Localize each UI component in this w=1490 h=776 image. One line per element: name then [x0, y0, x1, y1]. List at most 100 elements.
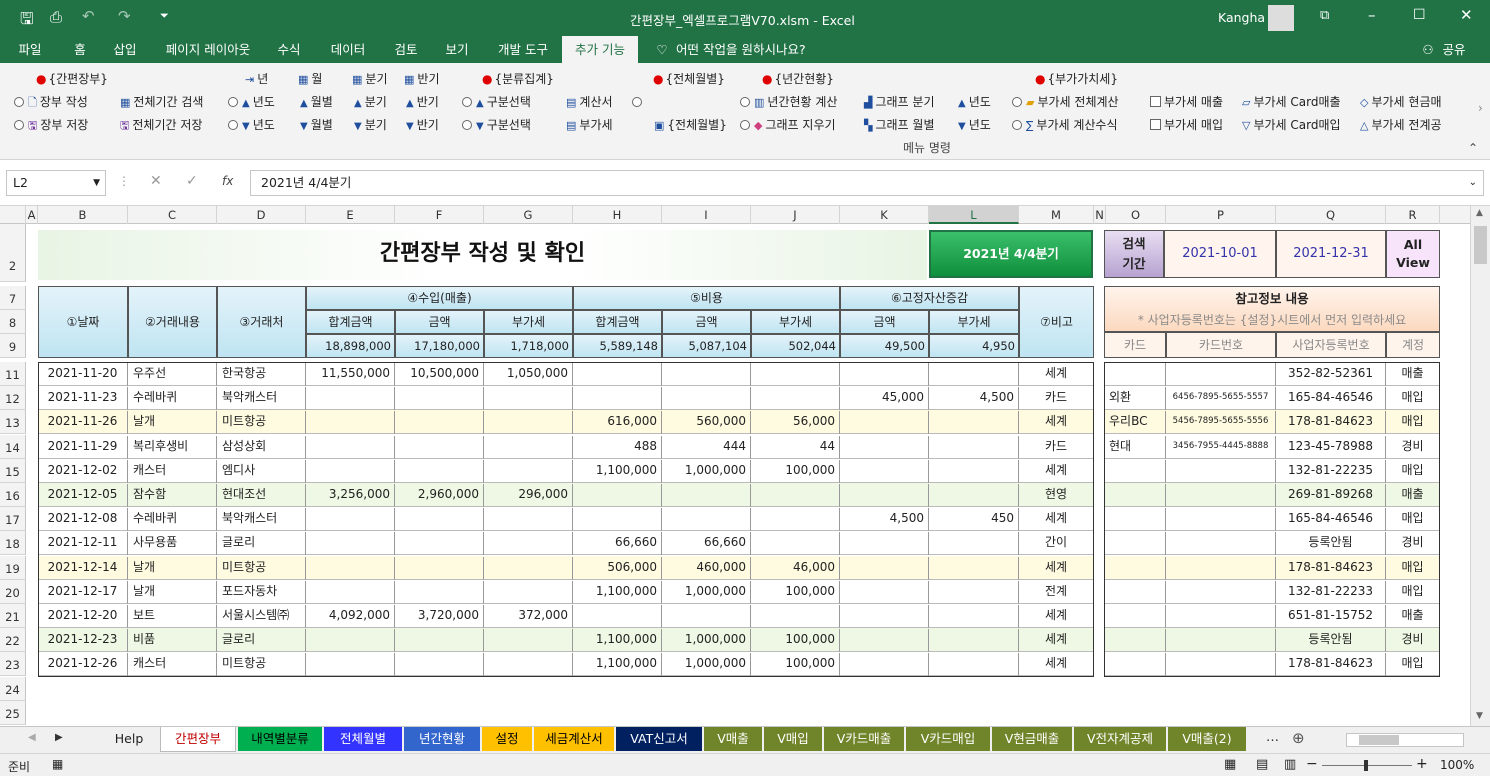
table-cell[interactable]	[306, 653, 395, 676]
vat-cash-button[interactable]: ◇ 부가세 현금매	[1360, 93, 1442, 111]
period-button[interactable]: 2021년 4/4분기	[929, 230, 1093, 278]
table-cell[interactable]: 비품	[128, 629, 217, 652]
invoice-button[interactable]: ▤ 계산서	[566, 93, 613, 111]
row-header-8[interactable]: 8	[0, 310, 26, 334]
table-cell[interactable]	[929, 484, 1019, 507]
table-cell[interactable]: 2021-12-23	[38, 629, 128, 652]
ref-cell[interactable]: 현대	[1104, 436, 1166, 459]
table-cell[interactable]: 2021-12-26	[38, 653, 128, 676]
ref-cell[interactable]: 매입	[1386, 653, 1440, 676]
table-cell[interactable]	[395, 557, 484, 580]
ref-cell[interactable]: 269-81-89268	[1276, 484, 1386, 507]
redo-icon[interactable]: ↷	[118, 7, 131, 25]
table-cell[interactable]	[751, 508, 840, 531]
sheet-tab[interactable]: 년간현황	[404, 727, 480, 751]
ref-cell[interactable]: 5456-7895-5655-5556	[1166, 411, 1276, 434]
graph-quarter-button[interactable]: ▟ 그래프 분기	[864, 93, 934, 111]
table-cell[interactable]	[751, 484, 840, 507]
ref-cell[interactable]: 132-81-22233	[1276, 581, 1386, 604]
page-layout-icon[interactable]: ▤	[1256, 757, 1268, 772]
table-cell[interactable]	[929, 557, 1019, 580]
table-cell[interactable]	[662, 363, 751, 386]
normal-view-icon[interactable]: ▦	[1224, 757, 1236, 772]
table-cell[interactable]: 2021-12-02	[38, 460, 128, 483]
table-cell[interactable]: 11,550,000	[306, 363, 395, 386]
table-cell[interactable]: 2021-12-17	[38, 581, 128, 604]
ref-cell[interactable]: 경비	[1386, 436, 1440, 459]
ref-cell[interactable]	[1104, 508, 1166, 531]
table-cell[interactable]: 간이	[1019, 532, 1094, 555]
table-cell[interactable]	[484, 581, 573, 604]
row-header-7[interactable]: 7	[0, 286, 26, 310]
vat-purchase-button[interactable]: 부가세 매입	[1150, 116, 1223, 134]
tab-review[interactable]: 검토	[384, 36, 428, 63]
table-cell[interactable]	[306, 436, 395, 459]
table-cell[interactable]	[306, 581, 395, 604]
table-cell[interactable]	[395, 411, 484, 434]
table-cell[interactable]	[395, 629, 484, 652]
table-cell[interactable]	[840, 532, 929, 555]
col-header-A[interactable]: A	[26, 206, 38, 224]
ref-cell[interactable]	[1166, 532, 1276, 555]
table-cell[interactable]	[306, 508, 395, 531]
sheet-tab[interactable]: V현금매출	[992, 727, 1072, 751]
col-header-J[interactable]: J	[751, 206, 840, 224]
ref-cell[interactable]	[1166, 581, 1276, 604]
table-cell[interactable]: 1,000,000	[662, 629, 751, 652]
nav-quarter-up[interactable]: ▲ 분기	[354, 93, 387, 111]
table-cell[interactable]	[573, 484, 662, 507]
expand-icon[interactable]: ⌄	[1469, 171, 1477, 195]
ref-cell[interactable]: 132-81-22235	[1276, 460, 1386, 483]
ref-cell[interactable]: 매입	[1386, 411, 1440, 434]
ref-cell[interactable]	[1166, 460, 1276, 483]
ref-cell[interactable]	[1166, 363, 1276, 386]
sheet-tab[interactable]: V카드매입	[906, 727, 990, 751]
ref-cell[interactable]: 경비	[1386, 629, 1440, 652]
ref-cell[interactable]: 매출	[1386, 605, 1440, 628]
ref-cell[interactable]	[1166, 484, 1276, 507]
table-cell[interactable]: 세계	[1019, 557, 1094, 580]
ref-cell[interactable]: 178-81-84623	[1276, 557, 1386, 580]
table-cell[interactable]: 616,000	[573, 411, 662, 434]
table-cell[interactable]	[929, 629, 1019, 652]
book-write-button[interactable]: 🗋 장부 작성	[14, 93, 88, 111]
table-cell[interactable]: 전계	[1019, 581, 1094, 604]
nav-category-up[interactable]: ▲ 구분선택	[462, 93, 531, 111]
col-header-R[interactable]: R	[1386, 206, 1440, 224]
nav-quarter-down[interactable]: ▼ 분기	[354, 116, 387, 134]
tab-file[interactable]: 파일	[10, 36, 50, 63]
table-cell[interactable]	[662, 605, 751, 628]
toggle-year[interactable]: ⇥ 년	[245, 70, 268, 88]
table-cell[interactable]	[751, 363, 840, 386]
table-cell[interactable]	[306, 532, 395, 555]
table-cell[interactable]: 미트항공	[217, 411, 306, 434]
table-cell[interactable]: 1,000,000	[662, 460, 751, 483]
table-cell[interactable]	[840, 653, 929, 676]
table-cell[interactable]	[573, 387, 662, 410]
maximize-icon[interactable]: ☐	[1413, 7, 1426, 23]
tab-insert[interactable]: 삽입	[104, 36, 146, 63]
table-cell[interactable]: 1,100,000	[573, 653, 662, 676]
scroll-up-icon[interactable]: ▲	[1476, 208, 1483, 218]
ref-cell[interactable]	[1166, 605, 1276, 628]
ref-cell[interactable]	[1104, 532, 1166, 555]
row-header[interactable]: 24	[0, 677, 26, 701]
sheet-tab[interactable]: 내역별분류	[238, 727, 322, 751]
cancel-icon[interactable]: ✕	[150, 173, 162, 189]
table-cell[interactable]: 세계	[1019, 411, 1094, 434]
radio-monthly[interactable]	[632, 93, 646, 111]
table-cell[interactable]	[573, 363, 662, 386]
table-cell[interactable]: 444	[662, 436, 751, 459]
sheet-tab[interactable]: 세금계산서	[534, 727, 614, 751]
annual-calc-button[interactable]: ▥ 년간현황 계산	[740, 93, 837, 111]
table-cell[interactable]: 날개	[128, 411, 217, 434]
table-cell[interactable]: 2021-11-20	[38, 363, 128, 386]
enter-icon[interactable]: ✓	[186, 173, 198, 189]
table-cell[interactable]: 4,092,000	[306, 605, 395, 628]
table-cell[interactable]	[662, 387, 751, 410]
toggle-half[interactable]: ▦ 반기	[404, 70, 440, 88]
table-cell[interactable]	[751, 605, 840, 628]
table-cell[interactable]	[662, 508, 751, 531]
ref-cell[interactable]	[1104, 484, 1166, 507]
close-icon[interactable]: ✕	[1460, 6, 1473, 24]
